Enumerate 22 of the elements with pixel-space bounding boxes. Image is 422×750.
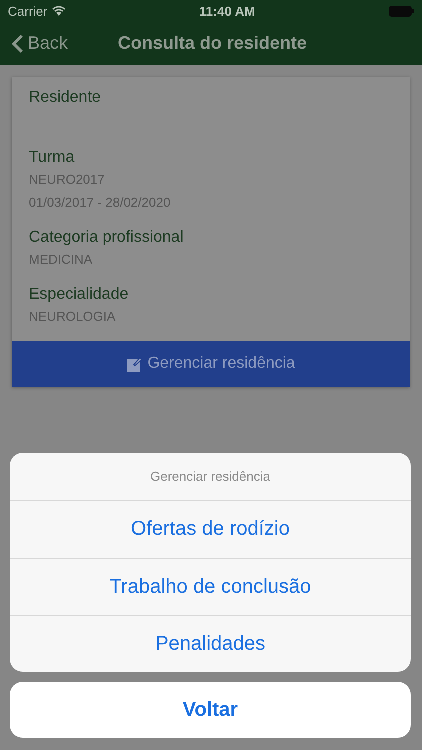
edit-icon <box>126 356 142 372</box>
cancel-button[interactable]: Voltar <box>10 682 411 738</box>
sheet-title: Gerenciar residência <box>150 469 270 484</box>
action-option[interactable]: Penalidades <box>10 615 411 672</box>
field-value: NEURO2017 <box>29 171 106 189</box>
field-value: NEUROLOGIA <box>29 308 117 326</box>
wifi-icon <box>52 6 66 16</box>
field-label: Categoria profissional <box>29 229 185 247</box>
battery-icon <box>389 6 414 16</box>
action-option[interactable]: Trabalho de conclusão <box>10 558 411 615</box>
field-label: Especialidade <box>29 286 130 304</box>
manage-button[interactable]: Gerenciar residência <box>12 341 410 387</box>
field-value: 01/03/2017 - 28/02/2020 <box>29 194 172 212</box>
carrier-text: Carrier <box>8 4 48 18</box>
field-label: Turma <box>29 149 76 167</box>
field-value: MEDICINA <box>29 251 94 269</box>
action-option[interactable]: Ofertas de rodízio <box>10 501 411 558</box>
back-button[interactable]: Back <box>12 33 68 54</box>
status-time: 11:40 AM <box>199 4 256 18</box>
field-label: Residente <box>29 89 102 107</box>
screen-title: Consulta do residente <box>118 33 308 54</box>
chevron-left-icon <box>12 34 24 54</box>
